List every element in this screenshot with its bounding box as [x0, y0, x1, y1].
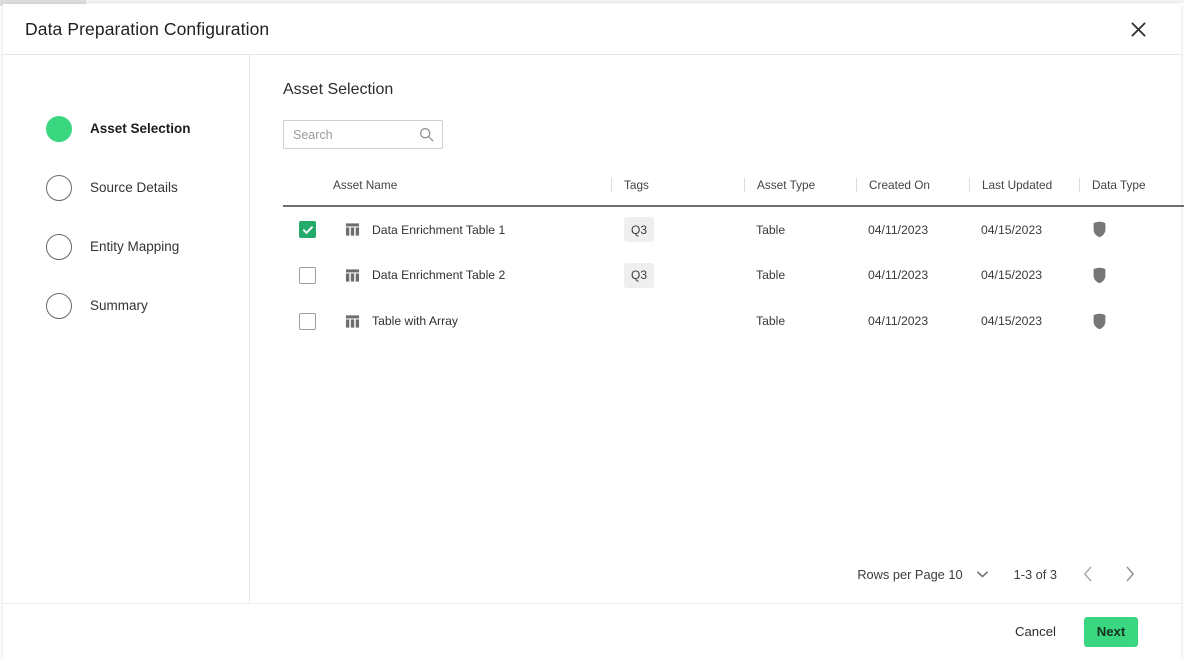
sidebar-item-label: Source Details [90, 180, 178, 195]
tag-chip[interactable]: Q3 [624, 217, 654, 242]
sidebar-item-label: Asset Selection [90, 121, 191, 136]
table-row[interactable]: Data Enrichment Table 2 Q3 Table 04/11/2… [283, 252, 1184, 298]
column-header-data-type[interactable]: Data Type [1079, 174, 1175, 206]
cell-tags: Q3 [611, 206, 744, 252]
section-title: Asset Selection [283, 81, 1159, 99]
cell-last-updated: 04/15/2023 [969, 298, 1079, 344]
cell-asset-type: Table [744, 252, 856, 298]
step-marker-icon [46, 293, 72, 319]
pagination-range-label: 1-3 of 3 [1014, 567, 1057, 582]
row-checkbox[interactable] [299, 221, 316, 238]
table-icon [345, 314, 360, 329]
column-label: Tags [611, 178, 744, 192]
column-header-last-updated[interactable]: Last Updated [969, 174, 1079, 206]
sidebar-item-summary[interactable]: Summary [3, 276, 249, 335]
table-icon [345, 222, 360, 237]
table-row[interactable]: Table with Array Table 04/11/2023 04/15/… [283, 298, 1184, 344]
cell-data-type [1079, 206, 1175, 252]
data-preparation-dialog: Data Preparation Configuration Asset Sel… [3, 4, 1181, 659]
asset-name-label: Table with Array [372, 314, 458, 328]
shield-icon [1092, 221, 1175, 238]
row-checkbox[interactable] [299, 267, 316, 284]
column-header-settings [1175, 174, 1184, 206]
row-select-cell [283, 298, 333, 344]
search-icon[interactable] [419, 127, 434, 142]
cell-created-on: 04/11/2023 [856, 206, 969, 252]
cell-tags [611, 298, 744, 344]
cell-tags: Q3 [611, 252, 744, 298]
column-header-asset-type[interactable]: Asset Type [744, 174, 856, 206]
backdrop-strip-right [86, 0, 1184, 3]
sidebar-item-label: Summary [90, 298, 148, 313]
step-marker-icon [46, 116, 72, 142]
main-panel: Asset Selection Asset Name [250, 55, 1181, 603]
cell-asset-name: Data Enrichment Table 1 [333, 206, 611, 252]
cell-asset-type: Table [744, 206, 856, 252]
table-row[interactable]: Data Enrichment Table 1 Q3 Table 04/11/2… [283, 206, 1184, 252]
table-header: Asset Name Tags Asset Type Created On La [283, 174, 1184, 206]
cell-created-on: 04/11/2023 [856, 252, 969, 298]
sidebar-item-label: Entity Mapping [90, 239, 179, 254]
table-icon [345, 268, 360, 283]
asset-name-label: Data Enrichment Table 1 [372, 223, 505, 237]
row-checkbox[interactable] [299, 313, 316, 330]
cell-last-updated: 04/15/2023 [969, 206, 1079, 252]
dialog-header: Data Preparation Configuration [3, 4, 1181, 55]
stepper-sidebar: Asset Selection Source Details Entity Ma… [3, 55, 250, 603]
column-label: Asset Name [333, 178, 611, 192]
sidebar-item-entity-mapping[interactable]: Entity Mapping [3, 217, 249, 276]
cell-asset-name: Table with Array [333, 298, 611, 344]
next-button[interactable]: Next [1084, 617, 1138, 647]
asset-table: Asset Name Tags Asset Type Created On La [283, 174, 1184, 344]
table-header-row: Asset Name Tags Asset Type Created On La [283, 174, 1184, 206]
column-label: Data Type [1079, 178, 1175, 192]
shield-icon [1092, 267, 1175, 284]
cell-row-actions [1175, 206, 1184, 252]
dialog-body: Asset Selection Source Details Entity Ma… [3, 55, 1181, 604]
cancel-button[interactable]: Cancel [1009, 616, 1062, 647]
dialog-footer: Cancel Next [3, 604, 1181, 659]
column-header-select [283, 174, 333, 206]
shield-icon [1092, 313, 1175, 330]
sidebar-item-source-details[interactable]: Source Details [3, 158, 249, 217]
page-title: Data Preparation Configuration [25, 19, 269, 40]
cell-asset-type: Table [744, 298, 856, 344]
step-marker-icon [46, 175, 72, 201]
cell-row-actions [1175, 252, 1184, 298]
row-select-cell [283, 206, 333, 252]
cell-data-type [1079, 298, 1175, 344]
sidebar-item-asset-selection[interactable]: Asset Selection [3, 99, 249, 158]
column-header-asset-name[interactable]: Asset Name [333, 174, 611, 206]
column-label: Asset Type [744, 178, 856, 192]
search-field[interactable] [283, 120, 443, 149]
chevron-left-icon[interactable] [1071, 559, 1105, 589]
column-label: Last Updated [969, 178, 1079, 192]
gear-icon[interactable] [1175, 174, 1184, 192]
cell-row-actions [1175, 298, 1184, 344]
row-select-cell [283, 252, 333, 298]
search-input[interactable] [293, 128, 419, 142]
column-header-created-on[interactable]: Created On [856, 174, 969, 206]
pagination: Rows per Page 10 1-3 of 3 [283, 559, 1159, 603]
step-marker-icon [46, 234, 72, 260]
chevron-right-icon[interactable] [1113, 559, 1147, 589]
chevron-down-icon[interactable] [977, 571, 988, 578]
column-label: Created On [856, 178, 969, 192]
cell-last-updated: 04/15/2023 [969, 252, 1079, 298]
asset-name-label: Data Enrichment Table 2 [372, 268, 505, 282]
cell-created-on: 04/11/2023 [856, 298, 969, 344]
close-icon[interactable] [1123, 14, 1153, 44]
column-header-tags[interactable]: Tags [611, 174, 744, 206]
rows-per-page-label[interactable]: Rows per Page 10 [857, 567, 962, 582]
cell-asset-name: Data Enrichment Table 2 [333, 252, 611, 298]
table-body: Data Enrichment Table 1 Q3 Table 04/11/2… [283, 206, 1184, 344]
cell-data-type [1079, 252, 1175, 298]
tag-chip[interactable]: Q3 [624, 263, 654, 288]
